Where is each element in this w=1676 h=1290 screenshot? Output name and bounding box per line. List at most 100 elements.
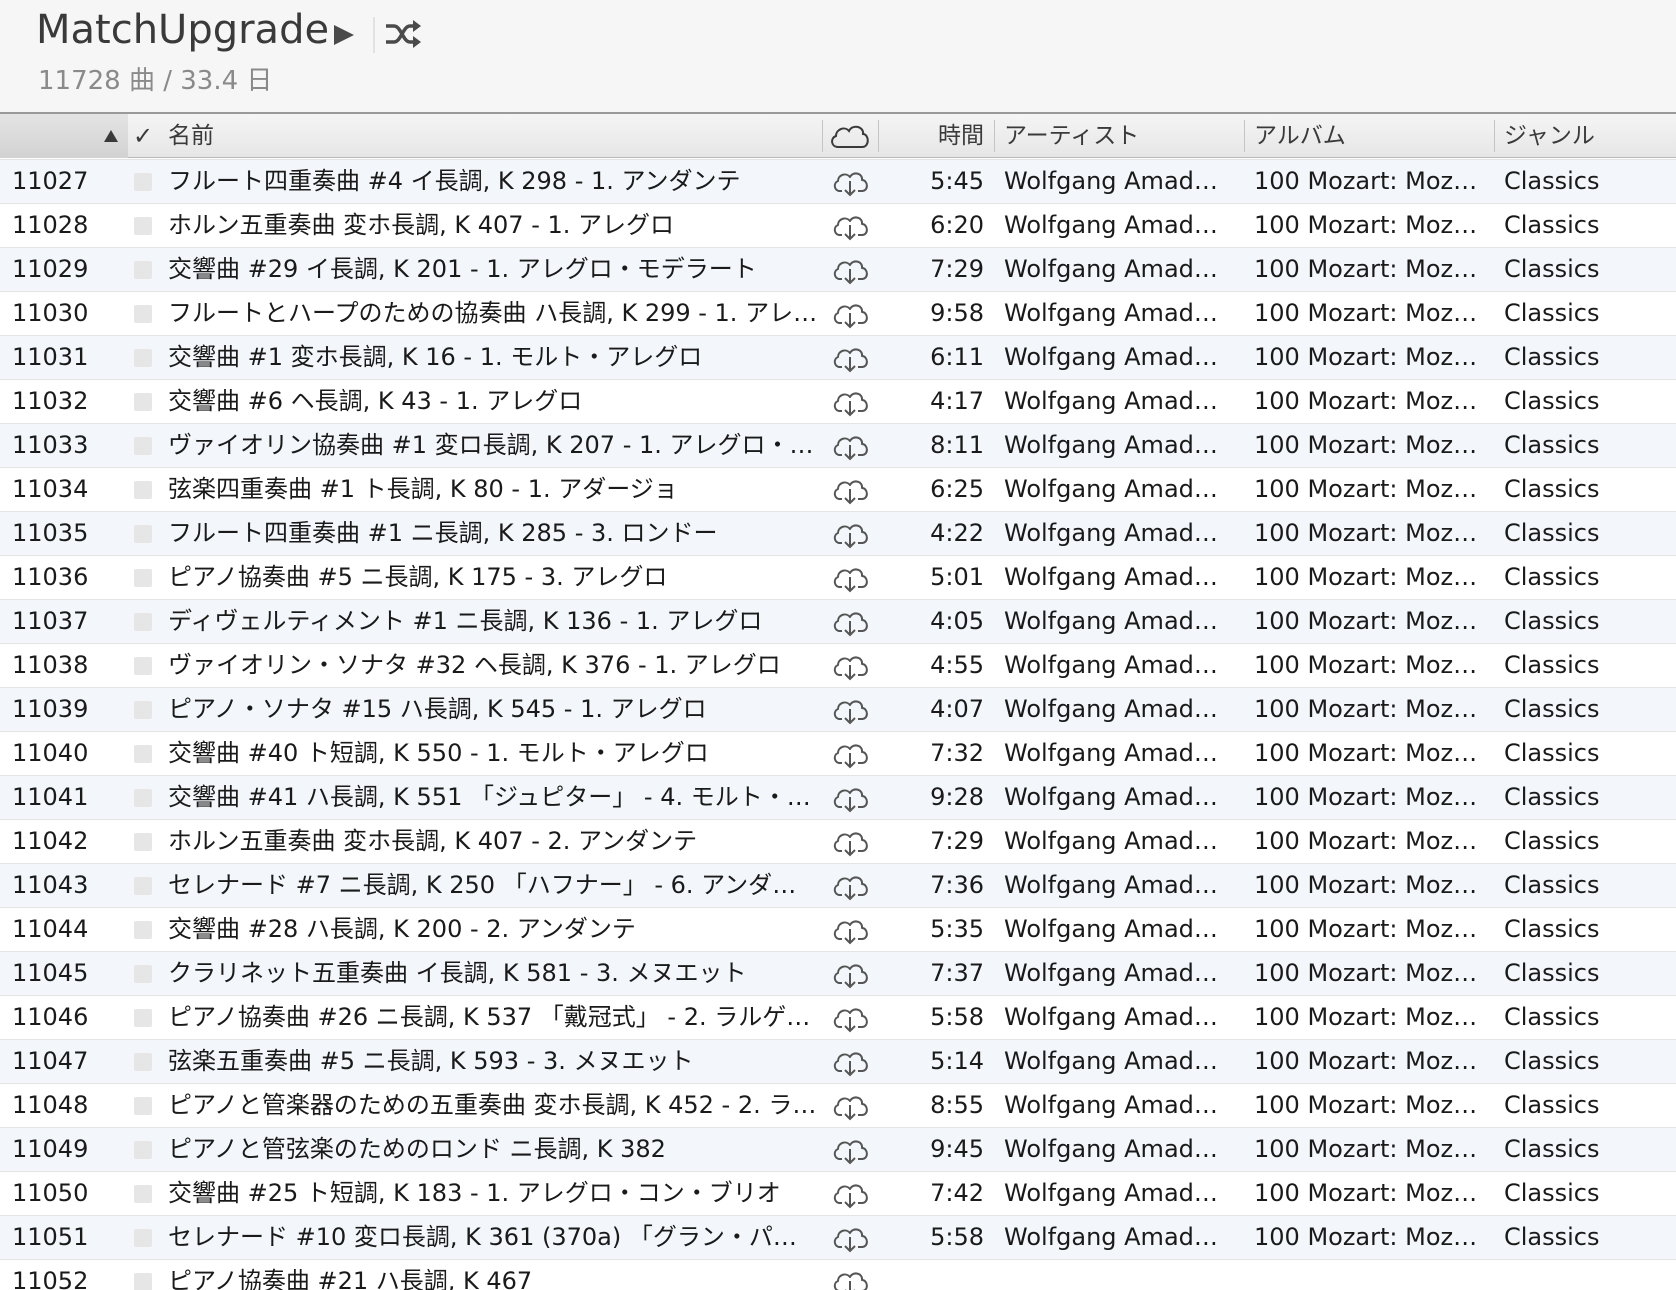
track-row[interactable]: 11033 ヴァイオリン協奏曲 #1 変ロ長調, K 207 - 1. アレグロ… xyxy=(0,424,1676,468)
track-artist: Wolfgang Amadeus Mozart xyxy=(1004,1047,1232,1075)
cloud-download-button[interactable] xyxy=(830,1222,870,1254)
track-genre: Classics xyxy=(1504,431,1600,459)
cloud-download-button[interactable] xyxy=(830,782,870,814)
cloud-download-button[interactable] xyxy=(830,342,870,374)
cloud-download-button[interactable] xyxy=(830,1134,870,1166)
track-genre: Classics xyxy=(1504,607,1600,635)
column-artist[interactable]: アーティスト xyxy=(994,114,1244,158)
track-time: 7:36 xyxy=(930,871,984,899)
column-time[interactable]: 時間 xyxy=(878,114,992,158)
track-row[interactable]: 11038 ヴァイオリン・ソナタ #32 ヘ長調, K 376 - 1. アレグ… xyxy=(0,644,1676,688)
cloud-download-button[interactable] xyxy=(830,1090,870,1122)
cloud-download-button[interactable] xyxy=(830,606,870,638)
track-checkbox[interactable] xyxy=(134,1053,152,1071)
cloud-download-button[interactable] xyxy=(830,914,870,946)
track-checkbox[interactable] xyxy=(134,393,152,411)
track-row[interactable]: 11027 フルート四重奏曲 #4 イ長調, K 298 - 1. アンダンテ … xyxy=(0,160,1676,204)
track-row[interactable]: 11040 交響曲 #40 ト短調, K 550 - 1. モルト・アレグロ 7… xyxy=(0,732,1676,776)
track-checkbox[interactable] xyxy=(134,613,152,631)
cloud-download-icon xyxy=(833,348,868,373)
track-checkbox[interactable] xyxy=(134,877,152,895)
track-index: 11031 xyxy=(12,343,89,371)
track-row[interactable]: 11052 ピアノ協奏曲 #21 ハ長調, K 467 xyxy=(0,1260,1676,1290)
column-name[interactable]: 名前 xyxy=(158,114,822,158)
track-row[interactable]: 11041 交響曲 #41 ハ長調, K 551 「ジュピター」 - 4. モル… xyxy=(0,776,1676,820)
track-row[interactable]: 11045 クラリネット五重奏曲 イ長調, K 581 - 3. メヌエット 7… xyxy=(0,952,1676,996)
track-row[interactable]: 11043 セレナード #7 ニ長調, K 250 「ハフナー」 - 6. アン… xyxy=(0,864,1676,908)
column-cloud[interactable] xyxy=(822,114,878,158)
track-checkbox[interactable] xyxy=(134,481,152,499)
track-row[interactable]: 11050 交響曲 #25 ト短調, K 183 - 1. アレグロ・コン・ブリ… xyxy=(0,1172,1676,1216)
track-checkbox[interactable] xyxy=(134,921,152,939)
track-checkbox[interactable] xyxy=(134,1097,152,1115)
track-checkbox[interactable] xyxy=(134,349,152,367)
track-checkbox[interactable] xyxy=(134,1141,152,1159)
cloud-download-button[interactable] xyxy=(830,474,870,506)
cloud-download-button[interactable] xyxy=(830,1046,870,1078)
track-checkbox[interactable] xyxy=(134,965,152,983)
track-row[interactable]: 11051 セレナード #10 変ロ長調, K 361 (370a) 「グラン・… xyxy=(0,1216,1676,1260)
track-row[interactable]: 11030 フルートとハープのための協奏曲 ハ長調, K 299 - 1. アレ… xyxy=(0,292,1676,336)
cloud-download-button[interactable] xyxy=(830,694,870,726)
track-row[interactable]: 11044 交響曲 #28 ハ長調, K 200 - 2. アンダンテ 5:35… xyxy=(0,908,1676,952)
cloud-download-button[interactable] xyxy=(830,958,870,990)
cloud-download-button[interactable] xyxy=(830,518,870,550)
cloud-download-button[interactable] xyxy=(830,210,870,242)
track-checkbox[interactable] xyxy=(134,833,152,851)
track-row[interactable]: 11049 ピアノと管弦楽のためのロンド ニ長調, K 382 9:45 Wol… xyxy=(0,1128,1676,1172)
track-row[interactable]: 11048 ピアノと管楽器のための五重奏曲 変ホ長調, K 452 - 2. ラ… xyxy=(0,1084,1676,1128)
cloud-download-button[interactable] xyxy=(830,826,870,858)
play-button[interactable] xyxy=(328,20,358,50)
cloud-download-button[interactable] xyxy=(830,298,870,330)
track-row[interactable]: 11036 ピアノ協奏曲 #5 ニ長調, K 175 - 3. アレグロ 5:0… xyxy=(0,556,1676,600)
track-checkbox[interactable] xyxy=(134,701,152,719)
track-row[interactable]: 11028 ホルン五重奏曲 変ホ長調, K 407 - 1. アレグロ 6:20… xyxy=(0,204,1676,248)
track-checkbox[interactable] xyxy=(134,569,152,587)
cloud-download-button[interactable] xyxy=(830,166,870,198)
track-checkbox[interactable] xyxy=(134,789,152,807)
cloud-download-button[interactable] xyxy=(830,738,870,770)
track-checkbox[interactable] xyxy=(134,1009,152,1027)
track-checkbox[interactable] xyxy=(134,261,152,279)
column-check[interactable]: ✓ xyxy=(128,114,158,158)
track-time: 9:28 xyxy=(930,783,984,811)
track-row[interactable]: 11037 ディヴェルティメント #1 ニ長調, K 136 - 1. アレグロ… xyxy=(0,600,1676,644)
track-row[interactable]: 11034 弦楽四重奏曲 #1 ト長調, K 80 - 1. アダージョ 6:2… xyxy=(0,468,1676,512)
track-list[interactable]: 11026 ディヴェルティメント #3 ヘ長調, K 138 - 1. アレグロ… xyxy=(0,158,1676,1290)
track-row[interactable]: 11046 ピアノ協奏曲 #26 ニ長調, K 537 「戴冠式」 - 2. ラ… xyxy=(0,996,1676,1040)
cloud-download-button[interactable] xyxy=(830,386,870,418)
cloud-download-button[interactable] xyxy=(830,562,870,594)
track-row[interactable]: 11047 弦楽五重奏曲 #5 ニ長調, K 593 - 3. メヌエット 5:… xyxy=(0,1040,1676,1084)
cloud-download-button[interactable] xyxy=(830,1178,870,1210)
track-checkbox[interactable] xyxy=(134,217,152,235)
track-genre: Classics xyxy=(1504,519,1600,547)
track-row[interactable]: 11042 ホルン五重奏曲 変ホ長調, K 407 - 2. アンダンテ 7:2… xyxy=(0,820,1676,864)
column-genre[interactable]: ジャンル xyxy=(1494,114,1676,158)
cloud-download-button[interactable] xyxy=(830,1002,870,1034)
cloud-download-button[interactable] xyxy=(830,650,870,682)
track-checkbox[interactable] xyxy=(134,657,152,675)
shuffle-button[interactable] xyxy=(383,14,423,54)
track-row[interactable]: 11032 交響曲 #6 ヘ長調, K 43 - 1. アレグロ 4:17 Wo… xyxy=(0,380,1676,424)
cloud-download-button[interactable] xyxy=(830,870,870,902)
track-checkbox[interactable] xyxy=(134,525,152,543)
track-row[interactable]: 11035 フルート四重奏曲 #1 ニ長調, K 285 - 3. ロンドー 4… xyxy=(0,512,1676,556)
track-checkbox[interactable] xyxy=(134,1273,152,1290)
track-checkbox[interactable] xyxy=(134,173,152,191)
track-row[interactable]: 11039 ピアノ・ソナタ #15 ハ長調, K 545 - 1. アレグロ 4… xyxy=(0,688,1676,732)
track-checkbox[interactable] xyxy=(134,305,152,323)
track-time: 4:55 xyxy=(930,651,984,679)
track-checkbox[interactable] xyxy=(134,437,152,455)
track-row[interactable]: 11031 交響曲 #1 変ホ長調, K 16 - 1. モルト・アレグロ 6:… xyxy=(0,336,1676,380)
column-index[interactable] xyxy=(0,114,128,158)
track-name: 交響曲 #28 ハ長調, K 200 - 2. アンダンテ xyxy=(168,915,636,943)
track-genre xyxy=(1504,1260,1674,1290)
cloud-download-button[interactable] xyxy=(830,1266,870,1290)
track-checkbox[interactable] xyxy=(134,1229,152,1247)
track-row[interactable]: 11029 交響曲 #29 イ長調, K 201 - 1. アレグロ・モデラート… xyxy=(0,248,1676,292)
cloud-download-button[interactable] xyxy=(830,254,870,286)
track-checkbox[interactable] xyxy=(134,1185,152,1203)
column-album[interactable]: アルバム xyxy=(1244,114,1494,158)
track-checkbox[interactable] xyxy=(134,745,152,763)
cloud-download-button[interactable] xyxy=(830,430,870,462)
